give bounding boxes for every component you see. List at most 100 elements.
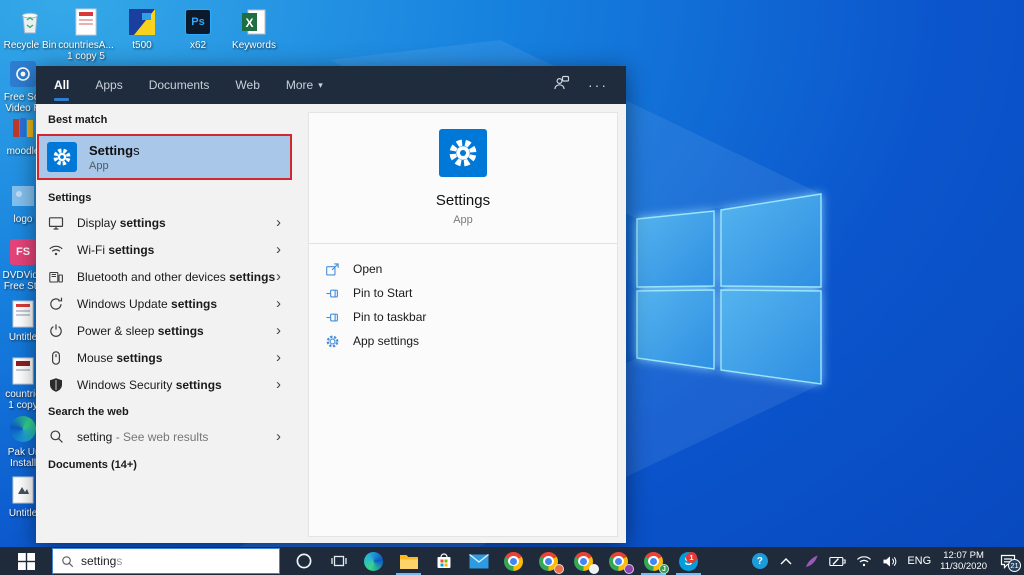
search-typed-text: setting (81, 554, 117, 568)
mouse-icon (48, 350, 64, 366)
battery-tray-icon[interactable] (829, 553, 846, 570)
more-options-button[interactable]: ··· (588, 77, 608, 93)
action-open[interactable]: Open (325, 257, 617, 281)
result-wifi-settings[interactable]: Wi-Fi settings › (36, 236, 293, 263)
search-icon (62, 555, 74, 567)
action-app-settings[interactable]: App settings (325, 329, 617, 353)
icon-label: countriesA... (58, 40, 114, 51)
settings-app-icon (47, 142, 77, 172)
chrome-profile-1-button[interactable] (496, 547, 531, 575)
windows-logo-icon (17, 552, 35, 570)
tab-documents[interactable]: Documents (149, 66, 210, 104)
tab-web[interactable]: Web (235, 66, 259, 104)
action-pin-to-start[interactable]: Pin to Start (325, 281, 617, 305)
taskbar-search-input[interactable]: setting s (52, 548, 280, 574)
result-bluetooth-settings[interactable]: Bluetooth and other devices settings › (36, 263, 293, 290)
profile-badge (554, 564, 564, 574)
edge-button[interactable] (356, 547, 391, 575)
tab-apps[interactable]: Apps (95, 66, 122, 104)
result-power-sleep-settings[interactable]: Power & sleep settings › (36, 317, 293, 344)
detail-actions: Open Pin to Start Pin to taskbar App set… (309, 244, 617, 353)
result-detail-column: Settings App Open Pin to Start Pin to ta… (293, 104, 626, 543)
pin-icon (325, 286, 340, 301)
recycle-bin-icon (14, 6, 46, 38)
mail-button[interactable] (461, 547, 496, 575)
skype-icon: S1 (679, 551, 698, 571)
show-hidden-icons-button[interactable] (777, 553, 794, 570)
help-tray-icon[interactable]: ? (751, 553, 768, 570)
chevron-right-icon: › (276, 268, 281, 285)
desktop-icon-keywords[interactable]: X Keywords (226, 6, 282, 62)
svg-text:X: X (245, 16, 253, 30)
detail-app-type: App (453, 214, 473, 226)
desktop-icon-recycle-bin[interactable]: Recycle Bin (2, 6, 58, 62)
tab-more[interactable]: More ▾ (286, 66, 323, 104)
action-center-button[interactable]: 21 (996, 549, 1021, 573)
file-icon (7, 355, 39, 387)
windows-search-panel: All Apps Documents Web More ▾ ··· Best ma… (36, 66, 626, 543)
desktop-icon-t500[interactable]: t500 (114, 6, 170, 62)
best-match-header: Best match (48, 114, 108, 126)
chevron-right-icon: › (276, 376, 281, 393)
desktop-icon-x62[interactable]: Ps x62 (170, 6, 226, 62)
search-icon (48, 429, 64, 445)
screen-recorder-icon (7, 58, 39, 90)
clock-time: 12:07 PM (943, 550, 984, 561)
tab-all[interactable]: All (54, 66, 70, 104)
chrome-profile-4-button[interactable] (601, 547, 636, 575)
detail-app-name: Settings (435, 192, 491, 209)
detail-card: Settings App Open Pin to Start Pin to ta… (308, 112, 618, 537)
photoshop-file-icon: Ps (182, 6, 214, 38)
result-windows-security-settings[interactable]: Windows Security settings › (36, 371, 293, 398)
cortana-button[interactable] (286, 547, 321, 575)
chrome-profile-2-button[interactable] (531, 547, 566, 575)
wifi-tray-icon[interactable] (855, 553, 872, 570)
chrome-profile-3-button[interactable] (566, 547, 601, 575)
fs-app-icon: FS (7, 236, 39, 268)
best-match-result-settings[interactable]: Settings App (37, 134, 292, 180)
language-indicator[interactable]: ENG (907, 555, 931, 567)
icon-label: Pak Ur (7, 447, 39, 458)
desktop-icon-countries-file[interactable]: countriesA... 1 copy 5 (58, 6, 114, 62)
icon-label-line2: 1 copy 5 (67, 51, 105, 62)
result-display-settings[interactable]: Display settings › (36, 209, 293, 236)
desktop-icons-row: Recycle Bin countriesA... 1 copy 5 t500 P… (2, 6, 282, 62)
chevron-right-icon: › (276, 241, 281, 258)
power-sleep-icon (48, 323, 64, 339)
action-pin-to-taskbar[interactable]: Pin to taskbar (325, 305, 617, 329)
skype-notification-badge: 1 (686, 551, 697, 563)
result-windows-update-settings[interactable]: Windows Update settings › (36, 290, 293, 317)
clock[interactable]: 12:07 PM 11/30/2020 (940, 550, 987, 572)
file-icon (70, 6, 102, 38)
file-icon (7, 474, 39, 506)
windows-security-icon (48, 377, 64, 393)
search-results-column: Best match Settings App Settings Display… (36, 104, 293, 543)
desktop: Recycle Bin countriesA... 1 copy 5 t500 P… (0, 0, 1024, 575)
skype-button[interactable]: S1 (671, 547, 706, 575)
pen-tray-icon[interactable] (803, 553, 820, 570)
task-view-button[interactable] (321, 547, 356, 575)
chevron-right-icon: › (276, 214, 281, 231)
image-thumbnail-icon (126, 6, 158, 38)
microsoft-store-button[interactable] (426, 547, 461, 575)
best-match-subtitle: App (89, 159, 109, 172)
search-panel-header: All Apps Documents Web More ▾ ··· (36, 66, 626, 104)
clock-date: 11/30/2020 (940, 561, 987, 572)
system-tray: ? ENG 12:07 PM 11/30/2020 21 (751, 549, 1024, 573)
chrome-icon (504, 551, 523, 571)
chevron-right-icon: › (276, 295, 281, 312)
settings-app-icon-large (439, 129, 487, 177)
result-mouse-settings[interactable]: Mouse settings › (36, 344, 293, 371)
notification-count-badge: 21 (1008, 559, 1021, 572)
active-tab-underline (54, 98, 70, 101)
chevron-right-icon: › (276, 322, 281, 339)
file-icon (7, 298, 39, 330)
volume-tray-icon[interactable] (881, 553, 898, 570)
file-explorer-button[interactable] (391, 547, 426, 575)
chrome-profile-5-button[interactable]: J (636, 547, 671, 575)
settings-group-header: Settings (48, 192, 92, 204)
start-button[interactable] (0, 547, 52, 575)
feedback-icon[interactable] (553, 75, 570, 96)
gear-icon (325, 334, 340, 349)
result-web-search[interactable]: setting - See web results › (36, 423, 293, 450)
